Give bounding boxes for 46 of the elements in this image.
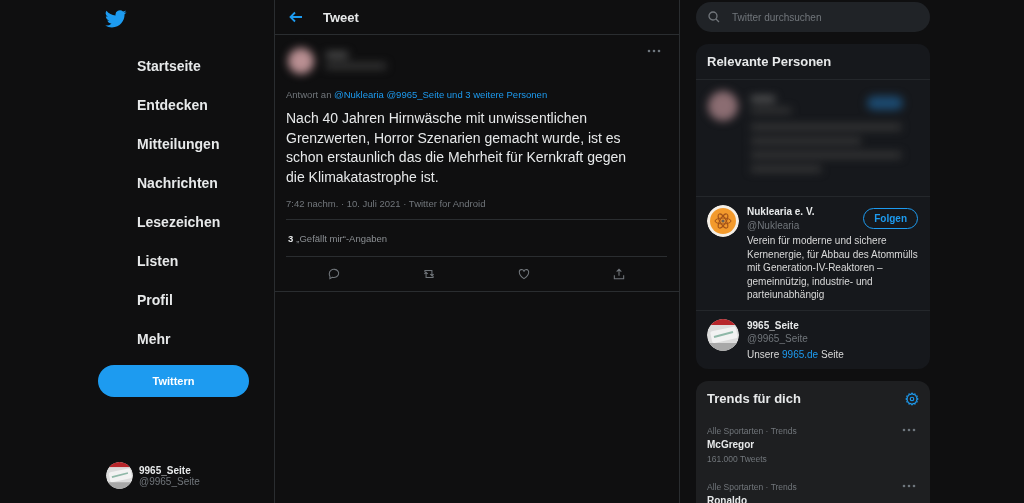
tweet-meta: 7:42 nachm. · 10. Juli 2021 · Twitter for Android	[286, 198, 487, 209]
account-handle: @9965_Seite	[139, 475, 200, 487]
settings-icon[interactable]	[905, 391, 919, 406]
bio-link[interactable]: 9965.de	[782, 348, 819, 360]
nav-item[interactable]: Lesezeichen	[137, 202, 221, 241]
reply-context: Antwort an @Nuklearia @9965_Seite und 3 weitere Personen	[286, 89, 549, 100]
back-arrow-icon[interactable]	[289, 11, 303, 23]
avatar[interactable]	[707, 205, 739, 237]
account-handle: @Nuklearia	[747, 218, 800, 232]
search-bar[interactable]: Twitter durchsuchen	[696, 2, 930, 32]
trend-name[interactable]: McGregor	[707, 438, 755, 452]
trend-count: 161.000 Tweets	[707, 453, 767, 466]
nav-item[interactable]: Startseite	[137, 46, 201, 85]
account-name[interactable]: Nuklearia e. V.	[747, 205, 815, 219]
search-field[interactable]: Twitter durchsuchen	[730, 10, 904, 24]
more-icon[interactable]	[647, 49, 661, 53]
trend-context: Alle Sportarten · Trends	[707, 425, 797, 438]
nav-item[interactable]: Mehr	[137, 319, 171, 358]
like-icon[interactable]	[517, 267, 532, 281]
tweet-text: Nach 40 Jahren Hirnwäsche mit unwissentlichen Grenzwerten, Horror Szenarien gemacht wurde, ist es schon erstaunlich das die Mehrheit für Kernkraft gegen die Klimakatastrophe ist.	[286, 109, 628, 187]
more-icon[interactable]	[902, 428, 916, 432]
account-bio: Verein für moderne und sichere Kernenergie, für Abbau des Atommülls mit Generation-IV-Reaktoren – gemeinnützig, industrie- und parteiunabhängig	[747, 234, 919, 302]
share-icon[interactable]	[612, 267, 627, 281]
nav-item[interactable]: Profil	[137, 280, 173, 319]
avatar[interactable]	[106, 462, 133, 489]
page-title: Tweet	[323, 9, 359, 25]
nav-item[interactable]: Listen	[137, 241, 179, 280]
account-name[interactable]: 9965_Seite	[747, 318, 799, 332]
more-icon[interactable]	[902, 484, 916, 488]
card-title: Trends für dich	[707, 391, 801, 406]
retweet-icon[interactable]	[421, 267, 436, 281]
likes-count[interactable]: 3	[288, 232, 294, 244]
nav-item[interactable]: Nachrichten	[137, 163, 218, 202]
likes-label[interactable]: „Gefällt mir“-Angaben	[296, 232, 388, 244]
nav-item[interactable]: Entdecken	[137, 85, 208, 124]
search-icon	[708, 11, 720, 23]
reply-link[interactable]: @Nuklearia @9965_Seite und 3 weitere Personen	[334, 89, 548, 100]
avatar[interactable]	[707, 318, 739, 351]
account-handle: @9965_Seite	[747, 332, 808, 346]
reply-icon[interactable]	[326, 267, 341, 281]
nav-item[interactable]: Mitteilungen	[137, 124, 220, 163]
trend-context: Alle Sportarten · Trends	[707, 481, 797, 494]
bird-logo-icon[interactable]	[105, 10, 127, 28]
card-title: Relevante Personen	[707, 54, 832, 69]
account-name: 9965_Seite	[139, 464, 192, 476]
account-bio: Unsere 9965.de Seite	[747, 347, 845, 361]
